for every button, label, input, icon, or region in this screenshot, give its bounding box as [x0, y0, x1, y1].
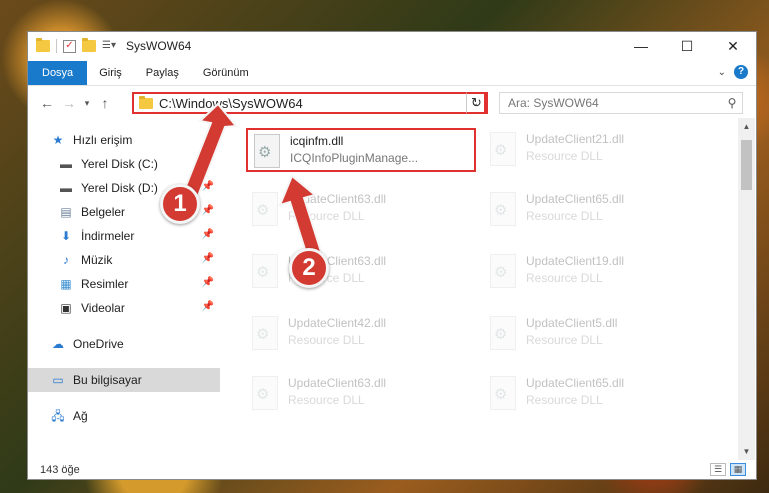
annotation-arrow-1 — [182, 102, 238, 198]
annotation-arrows — [182, 102, 325, 264]
step-1-badge: 1 — [160, 184, 200, 224]
step-2-badge: 2 — [289, 248, 329, 288]
